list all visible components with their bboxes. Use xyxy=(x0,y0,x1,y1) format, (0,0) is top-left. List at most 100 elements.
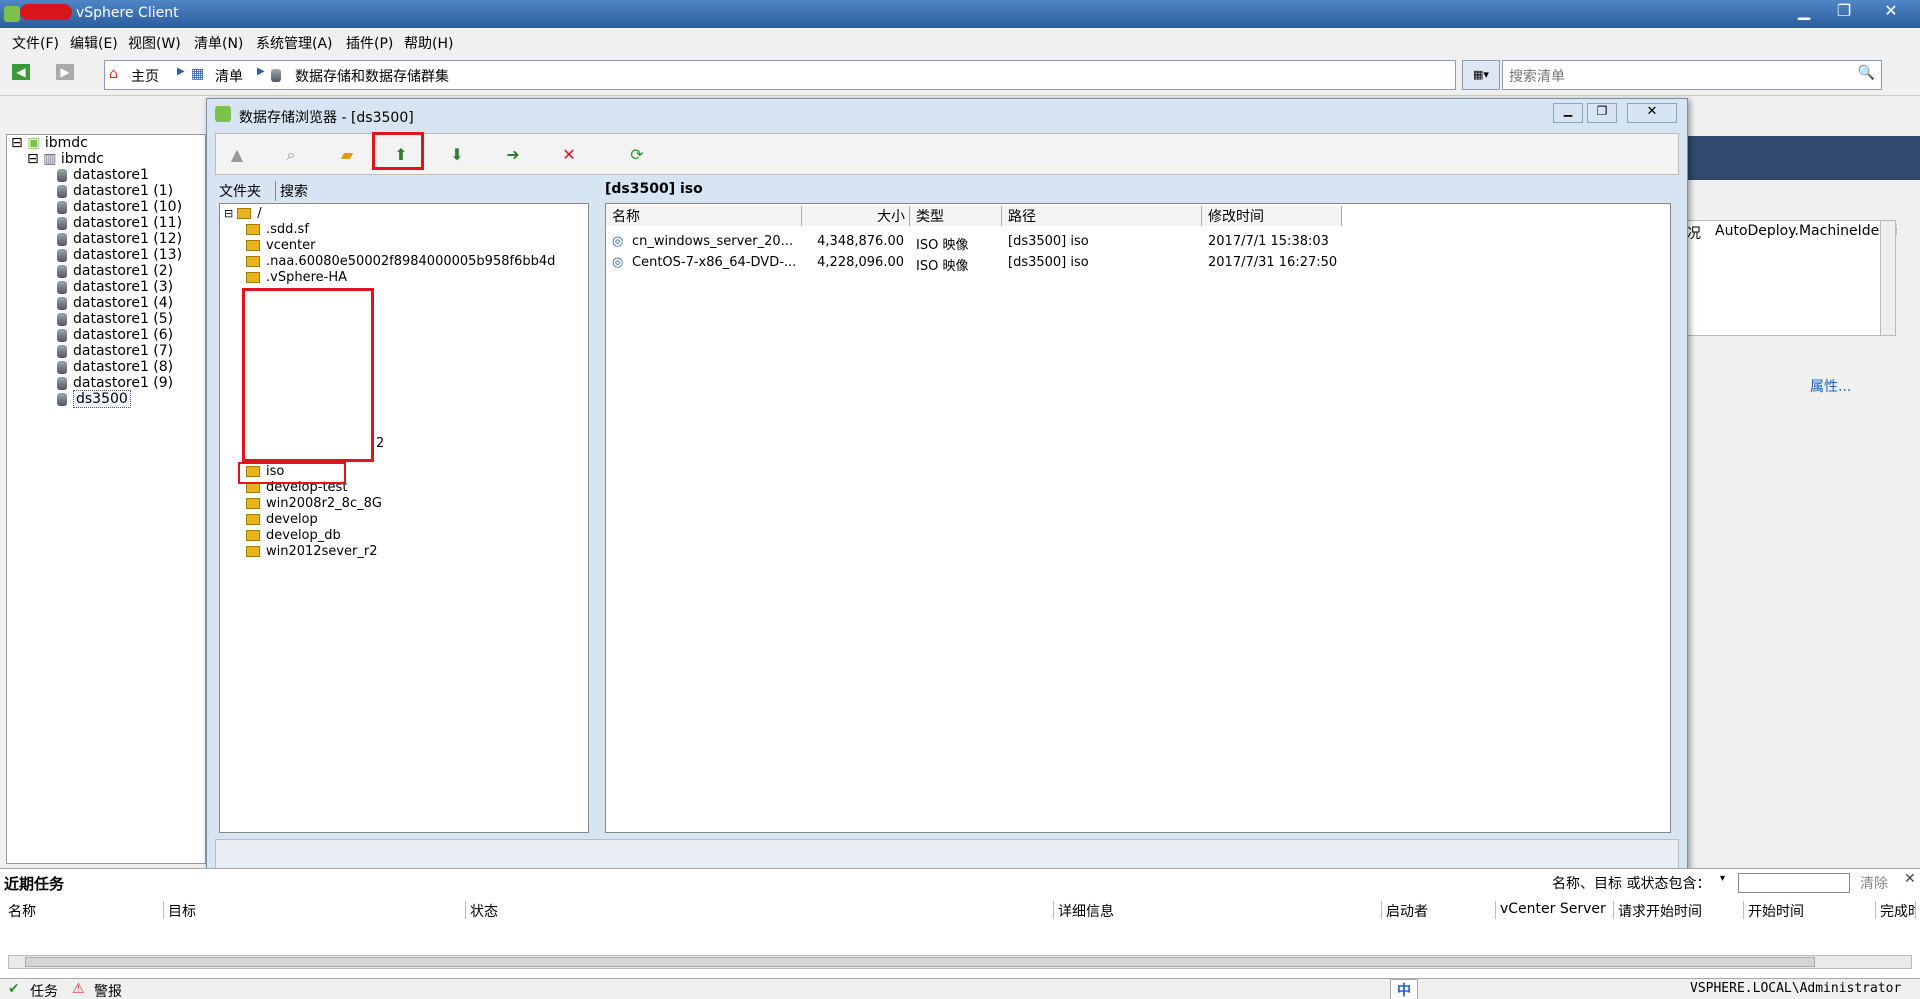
tree-datastore[interactable]: ds3500 xyxy=(57,390,131,408)
folder-label: .naa.60080e50002f8984000005b958f6bb4d xyxy=(266,254,556,269)
download-icon[interactable]: ⬇ xyxy=(446,144,468,166)
chevron-right-icon: ▶ xyxy=(257,66,265,77)
tree-datastore[interactable]: datastore1 (13) xyxy=(57,247,182,263)
menu-help[interactable]: 帮助(H) xyxy=(404,33,453,53)
dialog-minimize-button[interactable]: ▁ xyxy=(1553,103,1583,123)
bg-scrollbar[interactable] xyxy=(1880,220,1896,336)
breadcrumb-datastores[interactable]: 数据存储和数据存储群集 xyxy=(295,66,449,86)
menu-inventory[interactable]: 清单(N) xyxy=(194,33,243,53)
app-icon xyxy=(4,6,20,22)
tree-datacenter[interactable]: ⊟ ▥ ibmdc xyxy=(27,151,104,167)
minimize-button[interactable]: ▁ xyxy=(1784,0,1824,22)
column-header[interactable]: 修改时间 xyxy=(1202,206,1342,226)
menu-view[interactable]: 视图(W) xyxy=(128,33,181,53)
upload-highlight xyxy=(372,132,424,170)
status-alarms[interactable]: 警报 xyxy=(94,981,122,999)
breadcrumb-home[interactable]: 主页 xyxy=(131,66,159,86)
home-icon[interactable]: ⌂ xyxy=(109,66,118,82)
column-header[interactable]: 名称 xyxy=(606,206,802,226)
hscroll-thumb[interactable] xyxy=(25,957,1815,967)
tree-datastore[interactable]: datastore1 (6) xyxy=(57,327,173,343)
tree-datastore[interactable]: datastore1 (4) xyxy=(57,295,173,311)
tree-datastore[interactable]: datastore1 (12) xyxy=(57,231,182,247)
chevron-down-icon[interactable]: ▾ xyxy=(1720,873,1725,884)
folder-item[interactable]: .naa.60080e50002f8984000005b958f6bb4d xyxy=(246,254,555,269)
maximize-button[interactable]: ❐ xyxy=(1824,0,1864,22)
tasks-column-header[interactable]: 目标 xyxy=(164,901,466,919)
register-vm-icon[interactable]: ➜ xyxy=(502,144,524,166)
tree-datastore[interactable]: datastore1 xyxy=(57,167,149,183)
tree-datastore[interactable]: datastore1 (10) xyxy=(57,199,182,215)
folder-item[interactable]: vcenter xyxy=(246,238,316,253)
folder-item[interactable]: ⊟ / xyxy=(224,206,262,221)
folder-item[interactable]: win2012sever_r2 xyxy=(246,544,378,559)
tree-datastore-label: datastore1 (5) xyxy=(73,311,174,327)
search-folder-icon[interactable]: ⌕ xyxy=(280,144,302,166)
breadcrumb-inventory[interactable]: 清单 xyxy=(215,66,243,86)
column-header[interactable]: 大小 xyxy=(802,206,910,226)
tree-datastore[interactable]: datastore1 (5) xyxy=(57,311,173,327)
menu-plugins[interactable]: 插件(P) xyxy=(346,33,393,53)
back-icon[interactable]: ◀ xyxy=(12,64,30,80)
delete-icon[interactable]: ✕ xyxy=(558,144,580,166)
tasks-column-header[interactable]: 启动者 xyxy=(1382,901,1496,919)
file-list: 名称 大小 类型 路径 修改时间 ◎ cn_windows_server_20... 4,3… xyxy=(605,203,1671,833)
search-scope-dropdown[interactable]: ▦▾ xyxy=(1462,60,1500,90)
file-row[interactable]: ◎ cn_windows_server_20... 4,348,876.00 ISO … xyxy=(606,232,1666,253)
tree-datastore-label: datastore1 (6) xyxy=(73,327,174,343)
folder-item[interactable]: develop xyxy=(246,512,318,527)
refresh-icon[interactable]: ⟳ xyxy=(626,144,648,166)
up-folder-icon[interactable]: ▲ xyxy=(226,144,248,166)
search-icon[interactable]: 🔍 xyxy=(1858,65,1875,81)
tree-root[interactable]: ⊟ ▣ ibmdc xyxy=(11,135,88,151)
column-header[interactable]: 类型 xyxy=(910,206,1002,226)
tasks-column-header[interactable]: vCenter Server xyxy=(1496,901,1614,919)
tasks-column-header[interactable]: 开始时间 xyxy=(1744,901,1876,919)
tab-folders[interactable]: 文件夹 xyxy=(219,181,261,201)
tasks-close-icon[interactable]: ✕ xyxy=(1904,871,1916,887)
properties-link[interactable]: 属性... xyxy=(1810,376,1851,396)
file-row[interactable]: ◎ CentOS-7-x86_64-DVD-... 4,228,096.00 ISO … xyxy=(606,253,1666,274)
tree-datastore[interactable]: datastore1 (2) xyxy=(57,263,173,279)
folder-icon xyxy=(246,272,260,283)
tasks-column-header[interactable]: 名称 xyxy=(4,901,164,919)
datastore-icon xyxy=(57,392,67,406)
search-input[interactable]: 搜索清单 🔍 xyxy=(1502,60,1882,90)
root-icon: ▣ xyxy=(27,135,41,151)
datastore-icon xyxy=(57,360,67,374)
new-folder-icon[interactable]: ▰ xyxy=(336,144,358,166)
folder-item[interactable]: .vSphere-HA xyxy=(246,270,347,285)
ime-indicator[interactable]: 中 xyxy=(1390,979,1418,999)
tree-datastore-label: datastore1 (13) xyxy=(73,247,183,263)
tab-search[interactable]: 搜索 xyxy=(275,181,308,201)
tasks-filter-input[interactable] xyxy=(1738,873,1850,893)
close-button[interactable]: ✕ xyxy=(1866,0,1916,22)
folder-item[interactable]: develop_db xyxy=(246,528,341,543)
tree-datastore-label: datastore1 (10) xyxy=(73,199,183,215)
folder-item[interactable]: .sdd.sf xyxy=(246,222,309,237)
tasks-column-header[interactable]: 详细信息 xyxy=(1054,901,1382,919)
dialog-maximize-button[interactable]: ❐ xyxy=(1587,103,1617,123)
forward-icon[interactable]: ▶ xyxy=(56,64,74,80)
tasks-hscrollbar[interactable] xyxy=(8,955,1912,969)
tasks-column-header[interactable]: 完成时 xyxy=(1876,901,1916,919)
tree-datastore[interactable]: datastore1 (7) xyxy=(57,343,173,359)
tree-datastore[interactable]: datastore1 (11) xyxy=(57,215,182,231)
tree-datastore[interactable]: datastore1 (8) xyxy=(57,359,173,375)
menu-file[interactable]: 文件(F) xyxy=(12,33,59,53)
status-tasks[interactable]: 任务 xyxy=(30,981,58,999)
folder-item[interactable]: win2008r2_8c_8G xyxy=(246,496,382,511)
expand-icon[interactable]: ⊟ xyxy=(224,207,233,220)
tree-datastore[interactable]: datastore1 (3) xyxy=(57,279,173,295)
menu-edit[interactable]: 编辑(E) xyxy=(70,33,118,53)
menu-admin[interactable]: 系统管理(A) xyxy=(256,33,333,53)
dialog-close-button[interactable]: ✕ xyxy=(1627,103,1677,123)
tasks-column-header[interactable]: 状态 xyxy=(466,901,1054,919)
tree-datastore[interactable]: datastore1 (1) xyxy=(57,183,173,199)
file-path: [ds3500] iso xyxy=(1008,234,1089,249)
folder-label: win2008r2_8c_8G xyxy=(266,496,382,511)
column-header[interactable]: 路径 xyxy=(1002,206,1202,226)
tasks-column-header[interactable]: 请求开始时间 xyxy=(1614,901,1744,919)
tasks-clear-button[interactable]: 清除 xyxy=(1860,873,1888,893)
tree-datastore[interactable]: datastore1 (9) xyxy=(57,375,173,391)
